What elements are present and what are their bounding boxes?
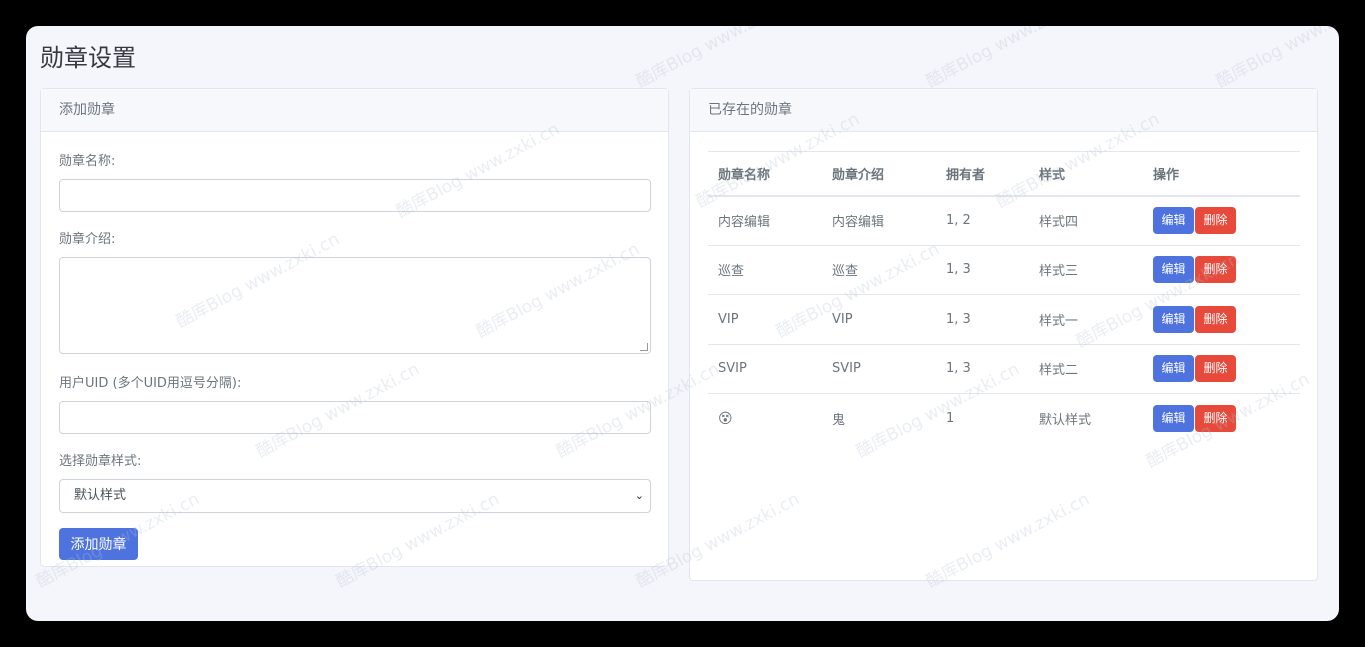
existing-badges-header: 已存在的勋章 xyxy=(690,89,1317,132)
badge-name-input[interactable] xyxy=(59,179,651,212)
column-header-owners: 拥有者 xyxy=(936,151,1029,197)
table-row: 😵 鬼 1 默认样式 编辑 删除 xyxy=(708,394,1300,444)
resize-handle-icon[interactable] xyxy=(640,343,648,351)
badge-actions-cell: 编辑 删除 xyxy=(1143,195,1300,246)
column-header-name: 勋章名称 xyxy=(708,151,822,197)
badge-name-cell: 内容编辑 xyxy=(708,195,822,246)
table-row: VIP VIP 1, 3 样式一 编辑 删除 xyxy=(708,294,1300,345)
column-header-actions: 操作 xyxy=(1143,151,1300,197)
delete-button[interactable]: 删除 xyxy=(1195,355,1236,383)
edit-button[interactable]: 编辑 xyxy=(1153,405,1194,432)
badge-style-cell: 默认样式 xyxy=(1039,413,1092,428)
badge-style-cell: 样式二 xyxy=(1029,344,1143,394)
watermark: 酷库Blog www.zxki.cn xyxy=(633,26,803,93)
existing-badges-card: 已存在的勋章 勋章名称 勋章介绍 拥有者 样式 操作 内容编辑 内容编辑 1, … xyxy=(689,88,1318,581)
edit-button[interactable]: 编辑 xyxy=(1153,355,1194,383)
badges-table: 勋章名称 勋章介绍 拥有者 样式 操作 内容编辑 内容编辑 1, 2 样式四 编… xyxy=(708,151,1300,443)
page-title: 勋章设置 xyxy=(40,44,136,72)
badge-style-cell: 样式三 xyxy=(1029,245,1143,295)
badge-style-cell: 样式四 xyxy=(1029,195,1143,246)
badge-style-label: 选择勋章样式: xyxy=(59,454,142,469)
badge-owners-cell: 1, 3 xyxy=(936,245,1029,295)
badge-intro-cell: 内容编辑 xyxy=(822,195,936,246)
watermark: 酷库Blog www.zxki.cn xyxy=(1213,26,1339,93)
badge-intro-cell: VIP xyxy=(822,294,936,345)
badge-name-cell: 巡查 xyxy=(708,245,822,295)
badge-style-select[interactable]: 默认样式 ⌄ xyxy=(59,479,651,513)
add-badge-card: 添加勋章 勋章名称: 勋章介绍: 用户UID (多个UID用逗号分隔): 选择勋… xyxy=(40,88,669,567)
badge-intro-textarea[interactable] xyxy=(59,257,651,354)
badge-name-cell: VIP xyxy=(708,294,822,345)
badge-actions-cell: 编辑 删除 xyxy=(1143,394,1300,444)
add-badge-form: 勋章名称: 勋章介绍: 用户UID (多个UID用逗号分隔): 选择勋章样式: … xyxy=(41,132,668,560)
column-header-style: 样式 xyxy=(1029,151,1143,197)
edit-button[interactable]: 编辑 xyxy=(1153,207,1194,234)
add-badge-header: 添加勋章 xyxy=(41,89,668,132)
badge-name-cell: SVIP xyxy=(708,344,822,394)
page-container: 勋章设置 添加勋章 勋章名称: 勋章介绍: 用户UID (多个UID用逗号分隔)… xyxy=(26,26,1339,621)
delete-button[interactable]: 删除 xyxy=(1195,405,1236,432)
dizzy-face-icon: 😵 xyxy=(718,410,733,427)
user-uid-label: 用户UID (多个UID用逗号分隔): xyxy=(59,376,242,391)
edit-button[interactable]: 编辑 xyxy=(1153,305,1194,333)
badge-intro-cell: 鬼 xyxy=(832,413,846,428)
delete-button[interactable]: 删除 xyxy=(1195,256,1236,284)
badge-style-selected-value: 默认样式 xyxy=(74,488,127,503)
badge-owners-cell: 1 xyxy=(946,411,955,426)
table-row: SVIP SVIP 1, 3 样式二 编辑 删除 xyxy=(708,344,1300,394)
table-row: 巡查 巡查 1, 3 样式三 编辑 删除 xyxy=(708,245,1300,295)
badge-actions-cell: 编辑 删除 xyxy=(1143,294,1300,345)
chevron-down-icon: ⌄ xyxy=(634,489,644,502)
delete-button[interactable]: 删除 xyxy=(1195,207,1236,234)
add-badge-button[interactable]: 添加勋章 xyxy=(59,528,138,560)
table-header-row: 勋章名称 勋章介绍 拥有者 样式 操作 xyxy=(708,151,1300,197)
badge-actions-cell: 编辑 删除 xyxy=(1143,344,1300,394)
badge-style-cell: 样式一 xyxy=(1029,294,1143,345)
badge-name-cell: 😵 xyxy=(708,394,822,444)
user-uid-input[interactable] xyxy=(59,401,651,434)
badge-owners-cell: 1, 2 xyxy=(936,195,1029,246)
badge-actions-cell: 编辑 删除 xyxy=(1143,245,1300,295)
badge-owners-cell: 1, 3 xyxy=(936,294,1029,345)
delete-button[interactable]: 删除 xyxy=(1195,305,1236,333)
edit-button[interactable]: 编辑 xyxy=(1153,256,1194,284)
badge-intro-cell: SVIP xyxy=(822,344,936,394)
table-row: 内容编辑 内容编辑 1, 2 样式四 编辑 删除 xyxy=(708,195,1300,246)
badge-intro-label: 勋章介绍: xyxy=(59,232,116,247)
badge-owners-cell: 1, 3 xyxy=(936,344,1029,394)
column-header-intro: 勋章介绍 xyxy=(822,151,936,197)
watermark: 酷库Blog www.zxki.cn xyxy=(923,26,1093,93)
badge-name-label: 勋章名称: xyxy=(59,154,116,169)
badge-intro-cell: 巡查 xyxy=(822,245,936,295)
